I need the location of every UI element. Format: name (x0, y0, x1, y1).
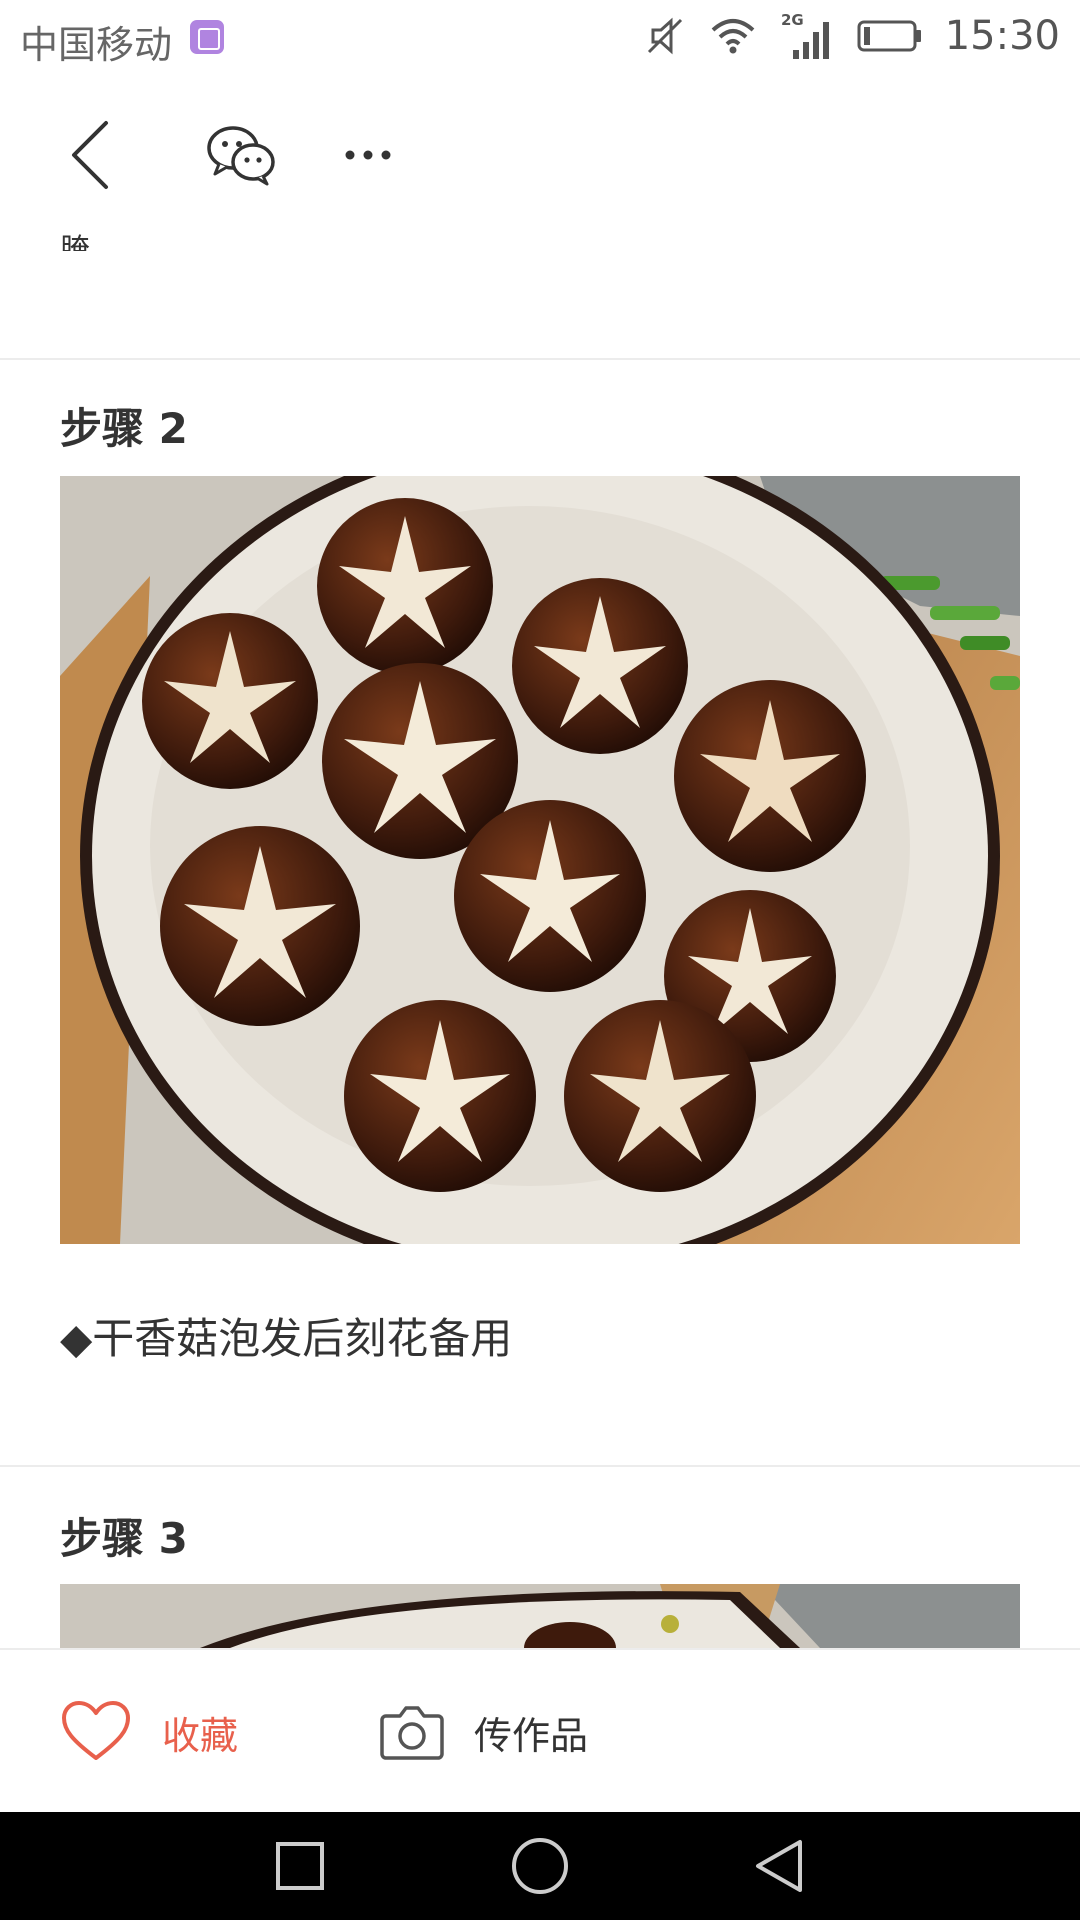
step-title: 步骤 3 (60, 1514, 188, 1563)
bottom-action-bar: 收藏 传作品 (0, 1648, 1080, 1812)
share-wechat-button[interactable] (205, 120, 280, 190)
mushroom-dish-image (60, 476, 1020, 1244)
wifi-icon (711, 19, 755, 54)
back-button[interactable] (60, 115, 120, 195)
status-icons: 2G 15:30 (643, 12, 1060, 60)
clock: 15:30 (944, 13, 1060, 59)
back-nav-button[interactable] (748, 1834, 812, 1898)
square-icon (276, 1842, 324, 1890)
step-description: ◆干香菇泡发后刻花备用 (60, 1314, 513, 1363)
dish-image-preview (60, 1584, 1020, 1648)
previous-step-text: 腌 (60, 233, 90, 251)
recent-apps-button[interactable] (268, 1834, 332, 1898)
step-photo[interactable] (60, 1584, 1020, 1648)
upload-label: 传作品 (474, 1713, 589, 1758)
triangle-back-icon (756, 1840, 802, 1892)
more-options-button[interactable] (340, 130, 400, 180)
mute-icon (647, 17, 682, 55)
upload-work-button[interactable]: 传作品 (380, 1690, 588, 1774)
wechat-icon (207, 126, 275, 186)
more-icon (345, 150, 391, 160)
gallery-notification-icon (190, 20, 224, 54)
system-navigation-bar (0, 1812, 1080, 1920)
top-toolbar (0, 75, 1080, 235)
favorite-button[interactable]: 收藏 (60, 1690, 238, 1774)
step-title: 步骤 2 (60, 404, 188, 453)
network-type: 2G (781, 12, 804, 29)
circle-icon (512, 1838, 568, 1894)
camera-icon (380, 1706, 444, 1760)
signal-icon: 2G (781, 12, 829, 59)
status-bar: 中国移动 2G 15:30 (0, 0, 1080, 75)
divider (0, 1465, 1080, 1467)
favorite-label: 收藏 (162, 1713, 239, 1758)
battery-icon (857, 20, 921, 52)
heart-icon (62, 1701, 130, 1760)
back-icon (72, 121, 108, 189)
home-button[interactable] (508, 1834, 572, 1898)
step-photo[interactable] (60, 476, 1020, 1244)
divider (0, 358, 1080, 360)
carrier-name: 中国移动 (20, 23, 173, 67)
